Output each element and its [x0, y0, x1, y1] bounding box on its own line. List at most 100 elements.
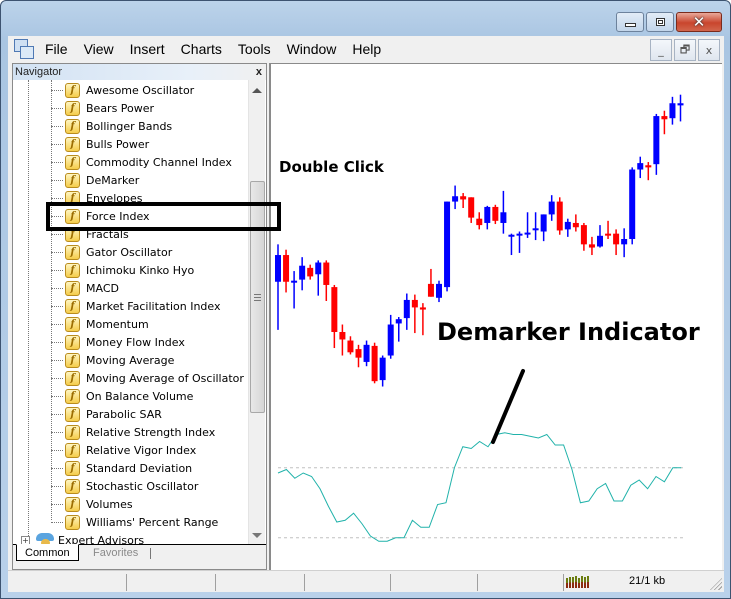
candle-body	[379, 357, 386, 381]
client-area: File View Insert Charts Tools Window Hel…	[8, 36, 724, 592]
tree-item-label: Relative Vigor Index	[86, 443, 197, 457]
tree-item-indicator[interactable]: f DeMarker	[51, 171, 139, 189]
navigator-close-button[interactable]: x	[256, 66, 262, 78]
indicator-function-icon: f	[65, 406, 80, 422]
tree-item-indicator[interactable]: f Williams' Percent Range	[51, 513, 218, 531]
demarker-line	[277, 432, 682, 542]
mdi-close-button[interactable]: x	[698, 39, 720, 61]
minimize-button[interactable]	[616, 12, 644, 32]
chart-window[interactable]: Double Click Demarker Indicator	[269, 63, 722, 570]
tree-item-label: Gator Oscillator	[86, 245, 173, 259]
tree-item-indicator[interactable]: f Momentum	[51, 315, 149, 333]
tree-item-label: Williams' Percent Range	[86, 515, 219, 529]
tree-connector	[51, 107, 63, 109]
menu-window[interactable]: Window	[279, 41, 345, 57]
candle-body	[371, 345, 378, 382]
candle-body	[476, 218, 483, 226]
indicator-function-icon: f	[65, 244, 80, 260]
candle-body	[291, 280, 298, 283]
candle-body	[427, 283, 434, 297]
tree-connector	[51, 503, 63, 505]
navigator-scrollbar[interactable]	[248, 80, 265, 546]
tree-item-indicator[interactable]: f On Balance Volume	[51, 387, 193, 405]
menu-help[interactable]: Help	[344, 41, 389, 57]
tree-item-indicator[interactable]: f Standard Deviation	[51, 459, 192, 477]
metatrader-app-icon[interactable]	[13, 38, 35, 60]
menu-charts[interactable]: Charts	[173, 41, 230, 57]
mdi-minimize-button[interactable]: _	[650, 39, 672, 61]
tree-connector	[51, 485, 63, 487]
candle-body	[669, 103, 676, 119]
tree-item-indicator[interactable]: f Moving Average of Oscillator	[51, 369, 244, 387]
maximize-button[interactable]	[646, 12, 674, 32]
indicator-function-icon: f	[65, 442, 80, 458]
tab-common[interactable]: Common	[16, 544, 79, 561]
status-divider	[126, 574, 127, 591]
candle-body	[605, 233, 612, 236]
tree-item-label: Bulls Power	[86, 137, 150, 151]
tree-item-indicator[interactable]: f Bulls Power	[51, 135, 149, 153]
tab-favorites[interactable]: Favorites	[85, 544, 146, 561]
tree-item-indicator[interactable]: f Stochastic Oscillator	[51, 477, 198, 495]
candle-body	[411, 299, 418, 308]
candle-body	[548, 201, 555, 215]
close-button[interactable]: ✕	[676, 12, 722, 32]
candle-body	[524, 232, 531, 235]
tree-connector	[51, 467, 63, 469]
candle-body	[564, 221, 571, 230]
connection-bars-icon	[566, 576, 590, 588]
minimize-icon	[624, 23, 636, 27]
status-divider	[304, 574, 305, 591]
candle-body	[468, 197, 475, 218]
tree-connector	[51, 251, 63, 253]
indicator-function-icon: f	[65, 352, 80, 368]
tree-item-label: Stochastic Oscillator	[86, 479, 199, 493]
tree-connector	[51, 125, 63, 127]
tab-divider	[150, 548, 151, 559]
tree-item-indicator[interactable]: f Commodity Channel Index	[51, 153, 232, 171]
menu-file[interactable]: File	[35, 41, 76, 57]
tree-connector	[51, 521, 63, 523]
candle-body	[645, 165, 652, 168]
tree-item-indicator[interactable]: f Ichimoku Kinko Hyo	[51, 261, 194, 279]
status-divider	[563, 574, 564, 591]
candle-body	[621, 239, 628, 245]
indicator-function-icon: f	[65, 388, 80, 404]
navigator-title: Navigator	[15, 66, 63, 78]
candle-body	[403, 299, 410, 319]
menu-view[interactable]: View	[76, 41, 122, 57]
maximize-icon	[655, 18, 665, 26]
indicator-function-icon: f	[65, 100, 80, 116]
resize-grip-icon[interactable]	[710, 578, 722, 590]
tree-item-indicator[interactable]: f Parabolic SAR	[51, 405, 162, 423]
tree-item-indicator[interactable]: f Relative Vigor Index	[51, 441, 196, 459]
menu-tools[interactable]: Tools	[230, 41, 279, 57]
tree-item-indicator[interactable]: f Relative Strength Index	[51, 423, 215, 441]
tree-item-label: Volumes	[86, 497, 133, 511]
tree-item-indicator[interactable]: f Money Flow Index	[51, 333, 185, 351]
candle-body	[556, 201, 563, 231]
tree-item-indicator[interactable]: f Bears Power	[51, 99, 154, 117]
tree-connector	[51, 197, 63, 199]
tree-item-indicator[interactable]: f Volumes	[51, 495, 133, 513]
tree-item-indicator[interactable]: f MACD	[51, 279, 119, 297]
tree-item-indicator[interactable]: f Market Facilitation Index	[51, 297, 221, 315]
indicator-function-icon: f	[65, 424, 80, 440]
tree-connector	[51, 287, 63, 289]
mdi-restore-button[interactable]: 🗗	[674, 39, 696, 61]
indicator-function-icon: f	[65, 136, 80, 152]
indicator-function-icon: f	[65, 262, 80, 278]
menu-insert[interactable]: Insert	[122, 41, 173, 57]
tree-item-indicator[interactable]: f Awesome Oscillator	[51, 81, 194, 99]
candle-body	[588, 244, 595, 248]
tree-item-indicator[interactable]: f Moving Average	[51, 351, 174, 369]
scroll-up-arrow-icon[interactable]	[252, 88, 262, 93]
mdi-buttons: _ 🗗 x	[650, 39, 720, 61]
tree-item-indicator[interactable]: f Gator Oscillator	[51, 243, 172, 261]
candle-body	[653, 116, 660, 165]
candle-body	[387, 324, 394, 356]
scroll-down-arrow-icon[interactable]	[252, 533, 262, 538]
candle-body	[484, 206, 491, 223]
tree-item-indicator[interactable]: f Bollinger Bands	[51, 117, 172, 135]
candle-body	[275, 255, 281, 282]
